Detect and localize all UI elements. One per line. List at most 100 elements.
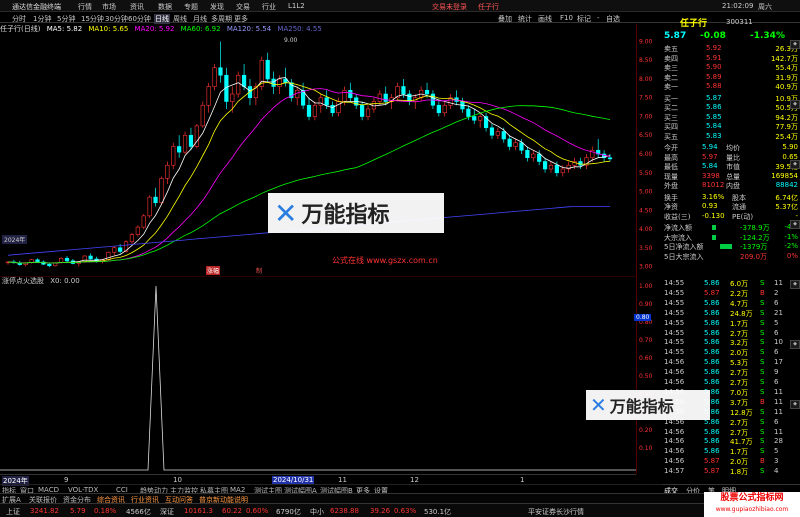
candle-body[interactable]: [501, 131, 506, 140]
tick-row[interactable]: 14:55 5.86 2.0万 S 6: [662, 348, 786, 358]
candle-body[interactable]: [513, 142, 518, 147]
tick-row[interactable]: 14:56 5.86 2.7万 S 6: [662, 378, 786, 388]
candle-body[interactable]: [537, 153, 542, 162]
candle-body[interactable]: [118, 247, 123, 252]
tick-row[interactable]: 14:55 5.86 2.7万 S 6: [662, 329, 786, 339]
bid-row[interactable]: 买五 5.83 25.4万: [662, 132, 800, 142]
candle-body[interactable]: [554, 164, 559, 174]
trade-login-button[interactable]: 交易未登录: [432, 2, 467, 12]
candle-body[interactable]: [360, 104, 365, 117]
tick-row[interactable]: 14:55 5.86 24.8万 S 21: [662, 309, 786, 319]
side-tool-icon[interactable]: ◆: [790, 340, 800, 349]
candle-body[interactable]: [271, 78, 276, 87]
indicator-chart[interactable]: [0, 276, 636, 472]
candle-body[interactable]: [519, 142, 524, 151]
candle-body[interactable]: [277, 78, 282, 87]
candle-body[interactable]: [88, 255, 93, 260]
tf-60min[interactable]: 60分钟: [128, 14, 151, 24]
candle-body[interactable]: [200, 104, 205, 127]
candle-body[interactable]: [312, 104, 318, 117]
ask-row[interactable]: 卖四 5.91 142.7万: [662, 54, 800, 64]
tf-more[interactable]: 更多: [234, 14, 248, 24]
menu-data[interactable]: 数据: [158, 2, 172, 12]
candle-body[interactable]: [206, 86, 211, 106]
side-tool-icon[interactable]: ◆: [790, 220, 800, 229]
mark-button[interactable]: 标记: [577, 14, 591, 24]
sz-index-label[interactable]: 深证: [160, 507, 174, 517]
tick-row[interactable]: 14:55 5.86 6.0万 S 11: [662, 279, 786, 289]
candle-body[interactable]: [159, 178, 164, 204]
ask-row[interactable]: 卖二 5.89 31.9万: [662, 73, 800, 83]
candle-body[interactable]: [188, 134, 194, 147]
tick-row[interactable]: 14:56 5.87 2.0万 B 3: [662, 457, 786, 467]
candle-body[interactable]: [365, 108, 371, 117]
candle-body[interactable]: [542, 161, 548, 170]
candle-body[interactable]: [489, 127, 495, 136]
candle-body[interactable]: [106, 251, 111, 261]
candle-body[interactable]: [436, 104, 441, 114]
ask-row[interactable]: 卖五 5.92 26.3万: [662, 44, 800, 54]
candle-body[interactable]: [141, 215, 146, 228]
candle-body[interactable]: [165, 164, 170, 179]
candle-body[interactable]: [424, 89, 430, 95]
candle-body[interactable]: [230, 93, 235, 102]
candle-body[interactable]: [472, 116, 477, 121]
tf-multi[interactable]: 多周期: [211, 14, 232, 24]
sh-index-label[interactable]: 上证: [6, 507, 20, 517]
candle-body[interactable]: [348, 89, 353, 99]
candle-body[interactable]: [182, 134, 188, 153]
candle-body[interactable]: [495, 131, 500, 136]
candle-body[interactable]: [47, 263, 52, 267]
tf-monthly[interactable]: 月线: [193, 14, 207, 24]
tf-weekly[interactable]: 周线: [173, 14, 187, 24]
tick-row[interactable]: 14:56 5.86 5.3万 S 17: [662, 358, 786, 368]
draw-button[interactable]: 画线: [538, 14, 552, 24]
tick-row[interactable]: 14:55 5.86 3.2万 S 10: [662, 338, 786, 348]
tick-row[interactable]: 14:55 5.86 1.7万 S 5: [662, 319, 786, 329]
side-tool-icon[interactable]: ◆: [790, 100, 800, 109]
candle-body[interactable]: [153, 196, 158, 204]
candle-body[interactable]: [135, 226, 140, 235]
candle-body[interactable]: [306, 104, 312, 117]
candle-body[interactable]: [64, 257, 70, 262]
bid-row[interactable]: 买三 5.85 94.2万: [662, 113, 800, 123]
watchlist-button[interactable]: 自选: [606, 14, 620, 24]
menu-quotes[interactable]: 行情: [78, 2, 92, 12]
candle-body[interactable]: [525, 149, 530, 159]
tick-row[interactable]: 14:56 5.86 2.7万 S 9: [662, 368, 786, 378]
candle-body[interactable]: [236, 74, 241, 95]
tick-row[interactable]: 14:56 5.86 2.7万 S 11: [662, 428, 786, 438]
menu-market[interactable]: 市场: [102, 2, 116, 12]
candle-body[interactable]: [507, 138, 512, 147]
candle-body[interactable]: [129, 234, 135, 243]
menu-industry[interactable]: 行业: [262, 2, 276, 12]
candle-body[interactable]: [147, 196, 152, 217]
ask-row[interactable]: 卖一 5.88 40.9万: [662, 82, 800, 92]
stock-name-button[interactable]: 任子行: [478, 2, 499, 12]
candle-body[interactable]: [342, 89, 347, 102]
menu-trade[interactable]: 交易: [236, 2, 250, 12]
tf-intraday[interactable]: 分时: [12, 14, 26, 24]
candle-body[interactable]: [466, 108, 471, 117]
menu-topic[interactable]: 专题: [184, 2, 198, 12]
zx-index-label[interactable]: 中小: [310, 507, 324, 517]
side-tool-icon[interactable]: ◆: [790, 280, 800, 289]
candle-body[interactable]: [218, 67, 223, 76]
bid-row[interactable]: 买二 5.86 50.5万: [662, 103, 800, 113]
candle-body[interactable]: [607, 157, 613, 160]
menu-discover[interactable]: 发现: [210, 2, 224, 12]
candle-body[interactable]: [171, 146, 176, 166]
candle-body[interactable]: [318, 97, 323, 106]
f10-button[interactable]: F10: [560, 14, 573, 22]
candle-body[interactable]: [383, 93, 388, 102]
candlestick-chart[interactable]: 9.00 公式在线 www.gszx.com.cn: [0, 34, 636, 274]
side-tool-icon[interactable]: ◆: [790, 40, 800, 49]
menu-l1l2[interactable]: L1L2: [288, 2, 305, 10]
candle-body[interactable]: [548, 164, 554, 170]
menu-news[interactable]: 资讯: [130, 2, 144, 12]
tf-5min[interactable]: 5分钟: [57, 14, 75, 24]
tick-row[interactable]: 14:56 5.86 1.7万 S 5: [662, 447, 786, 457]
candle-body[interactable]: [123, 241, 129, 252]
side-tool-icon[interactable]: ◆: [790, 400, 800, 409]
tick-row[interactable]: 14:55 5.87 2.2万 B 2: [662, 289, 786, 299]
